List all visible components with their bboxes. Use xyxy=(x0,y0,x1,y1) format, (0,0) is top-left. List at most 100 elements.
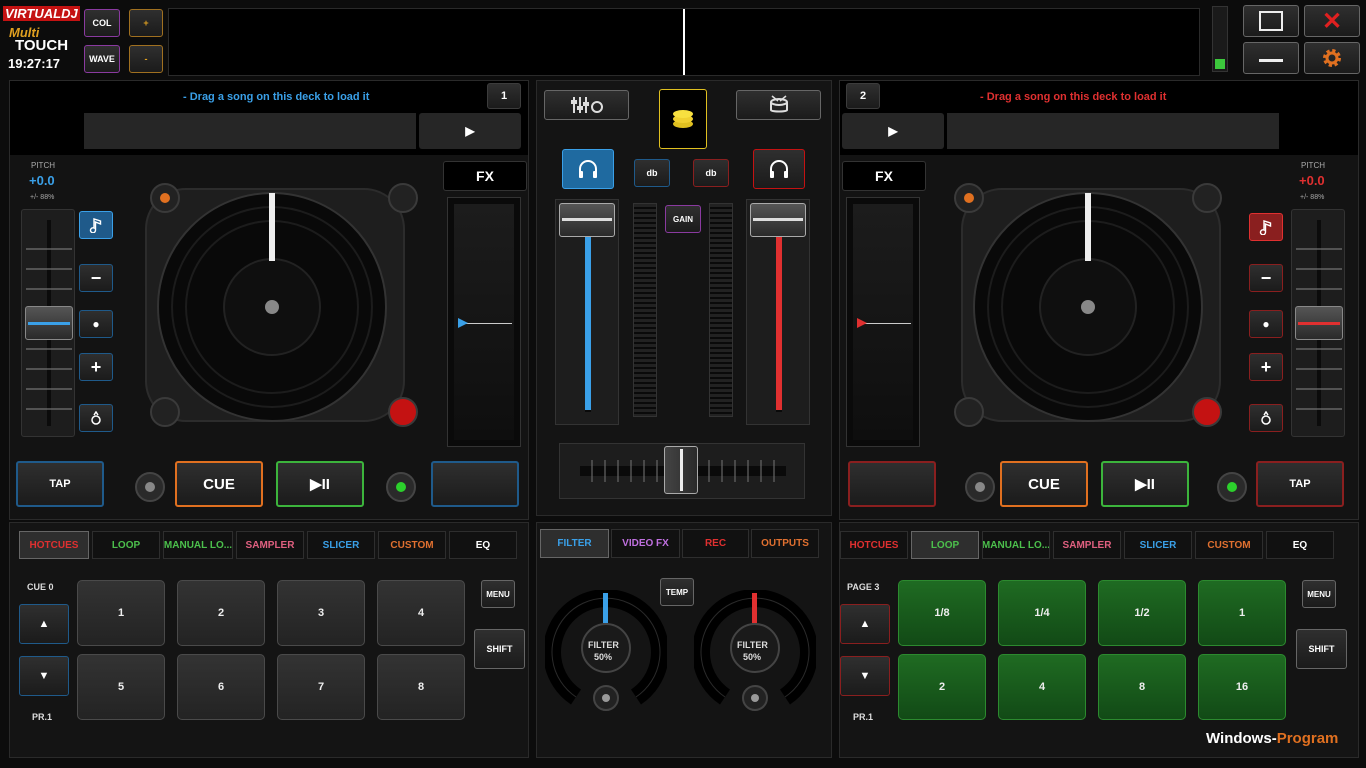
right-tab-2[interactable]: MANUAL LO... xyxy=(982,531,1050,559)
deck-left-jog-wheel[interactable] xyxy=(138,181,418,429)
pad-left-5[interactable]: 5 xyxy=(77,654,165,720)
pad-left-3[interactable]: 3 xyxy=(277,580,365,646)
settings-button[interactable] xyxy=(1304,42,1360,74)
deck-left-corner-top-left[interactable] xyxy=(150,183,180,213)
pads-left-down-button[interactable]: ▼ xyxy=(19,656,69,696)
deck-right-corner-top-right[interactable] xyxy=(1192,183,1222,213)
pad-right-8[interactable]: 16 xyxy=(1198,654,1286,720)
left-tab-5[interactable]: CUSTOM xyxy=(378,531,446,559)
deck-left-loop-indicator[interactable] xyxy=(386,472,416,502)
deck-right-song-slot[interactable] xyxy=(947,113,1279,149)
deck-right-extra-button[interactable] xyxy=(848,461,936,507)
right-tab-4[interactable]: SLICER xyxy=(1124,531,1192,559)
pad-left-8[interactable]: 8 xyxy=(377,654,465,720)
mixer-tab-0[interactable]: FILTER xyxy=(540,529,609,558)
deck-right-pitch-slider[interactable] xyxy=(1291,209,1345,437)
left-tab-4[interactable]: SLICER xyxy=(307,531,375,559)
right-tab-5[interactable]: CUSTOM xyxy=(1195,531,1263,559)
pad-left-2[interactable]: 2 xyxy=(177,580,265,646)
left-tab-3[interactable]: SAMPLER xyxy=(236,531,304,559)
deck-left-play-small[interactable]: ▶ xyxy=(419,113,521,149)
maximize-button[interactable] xyxy=(1243,5,1299,37)
deck-right-corner-top-left[interactable] xyxy=(954,183,984,213)
mixer-volume-left-fader[interactable] xyxy=(555,199,619,425)
deck-left-scratch-button[interactable] xyxy=(135,472,165,502)
deck-right-video-icon[interactable] xyxy=(954,397,984,427)
deck-right-pitch-reset-button[interactable]: ● xyxy=(1249,310,1283,338)
right-tab-0[interactable]: HOTCUES xyxy=(840,531,908,559)
left-tab-1[interactable]: LOOP xyxy=(92,531,160,559)
deck-right-record-icon[interactable] xyxy=(1192,397,1222,427)
mixer-gain-button[interactable]: GAIN xyxy=(665,205,701,233)
mixer-volume-left-knob[interactable] xyxy=(559,203,615,237)
deck-right-play-small[interactable]: ▶ xyxy=(842,113,944,149)
deck-right-jog-wheel[interactable] xyxy=(954,181,1228,429)
deck-left-corner-top-right[interactable] xyxy=(388,183,418,213)
left-tab-0[interactable]: HOTCUES xyxy=(19,531,89,559)
deck-left-play-pause-button[interactable]: ▶II xyxy=(276,461,364,507)
deck-right-loop-indicator[interactable] xyxy=(1217,472,1247,502)
pad-left-1[interactable]: 1 xyxy=(77,580,165,646)
pad-right-1[interactable]: 1/8 xyxy=(898,580,986,646)
pads-left-menu-button[interactable]: MENU xyxy=(481,580,515,608)
mixer-cue-left-button[interactable] xyxy=(562,149,614,189)
deck-left-pitch-reset-button[interactable]: ● xyxy=(79,310,113,338)
deck-right-keylock-button[interactable] xyxy=(1249,213,1283,241)
pad-right-5[interactable]: 2 xyxy=(898,654,986,720)
mixer-crossfader[interactable] xyxy=(559,443,805,499)
deck-left-pitch-up-button[interactable]: + xyxy=(79,353,113,381)
mixer-tab-2[interactable]: REC xyxy=(682,529,749,558)
right-tab-3[interactable]: SAMPLER xyxy=(1053,531,1121,559)
deck-left-pitch-knob[interactable] xyxy=(25,306,73,340)
pads-right-shift-button[interactable]: SHIFT xyxy=(1296,629,1347,669)
deck-right-pitch-down-button[interactable]: − xyxy=(1249,264,1283,292)
col-button[interactable]: COL xyxy=(84,9,120,37)
filter-right-knob[interactable]: FILTER 50% xyxy=(692,589,818,712)
waveform-display[interactable] xyxy=(168,8,1200,76)
zoom-out-button[interactable]: - xyxy=(129,45,163,73)
deck-left-song-slot[interactable] xyxy=(84,113,416,149)
deck-left-fx-button[interactable]: FX xyxy=(443,161,527,191)
deck-left-cue-button[interactable]: CUE xyxy=(175,461,263,507)
mixer-tab-1[interactable]: VIDEO FX xyxy=(611,529,680,558)
mixer-volume-right-fader[interactable] xyxy=(746,199,810,425)
pad-right-3[interactable]: 1/2 xyxy=(1098,580,1186,646)
deck-left-keylock-button[interactable] xyxy=(79,211,113,239)
filter-left-knob[interactable]: FILTER 50% xyxy=(543,589,669,712)
pad-right-4[interactable]: 1 xyxy=(1198,580,1286,646)
mixer-volume-right-knob[interactable] xyxy=(750,203,806,237)
wave-button[interactable]: WAVE xyxy=(84,45,120,73)
pads-right-menu-button[interactable]: MENU xyxy=(1302,580,1336,608)
right-tab-1[interactable]: LOOP xyxy=(911,531,979,559)
pad-right-7[interactable]: 8 xyxy=(1098,654,1186,720)
deck-right-play-pause-button[interactable]: ▶II xyxy=(1101,461,1189,507)
mixer-crossfader-knob[interactable] xyxy=(664,446,698,494)
deck-left-pitch-down-button[interactable]: − xyxy=(79,264,113,292)
deck-right-tap-button[interactable]: TAP xyxy=(1256,461,1344,507)
pad-left-4[interactable]: 4 xyxy=(377,580,465,646)
deck-right-scratch-button[interactable] xyxy=(965,472,995,502)
pads-left-shift-button[interactable]: SHIFT xyxy=(474,629,525,669)
deck-right-cue-button[interactable]: CUE xyxy=(1000,461,1088,507)
close-button[interactable]: ✕ xyxy=(1304,5,1360,37)
pad-right-6[interactable]: 4 xyxy=(998,654,1086,720)
pads-right-down-button[interactable]: ▼ xyxy=(840,656,890,696)
mixer-db-left-button[interactable]: db xyxy=(634,159,670,187)
mixer-cue-right-button[interactable] xyxy=(753,149,805,189)
deck-left-record-icon[interactable] xyxy=(388,397,418,427)
left-tab-6[interactable]: EQ xyxy=(449,531,517,559)
deck-left-sync-button[interactable] xyxy=(79,404,113,432)
deck-left-fx-slider[interactable] xyxy=(447,197,521,447)
deck-right-fx-slider[interactable] xyxy=(846,197,920,447)
minimize-button[interactable] xyxy=(1243,42,1299,74)
mixer-eq-button[interactable] xyxy=(544,90,629,120)
pads-left-up-button[interactable]: ▲ xyxy=(19,604,69,644)
pad-left-7[interactable]: 7 xyxy=(277,654,365,720)
zoom-in-button[interactable]: + xyxy=(129,9,163,37)
pads-right-up-button[interactable]: ▲ xyxy=(840,604,890,644)
deck-left-pitch-slider[interactable] xyxy=(21,209,75,437)
pad-left-6[interactable]: 6 xyxy=(177,654,265,720)
deck-right-pitch-knob[interactable] xyxy=(1295,306,1343,340)
deck-right-sync-button[interactable] xyxy=(1249,404,1283,432)
deck-left-video-icon[interactable] xyxy=(150,397,180,427)
